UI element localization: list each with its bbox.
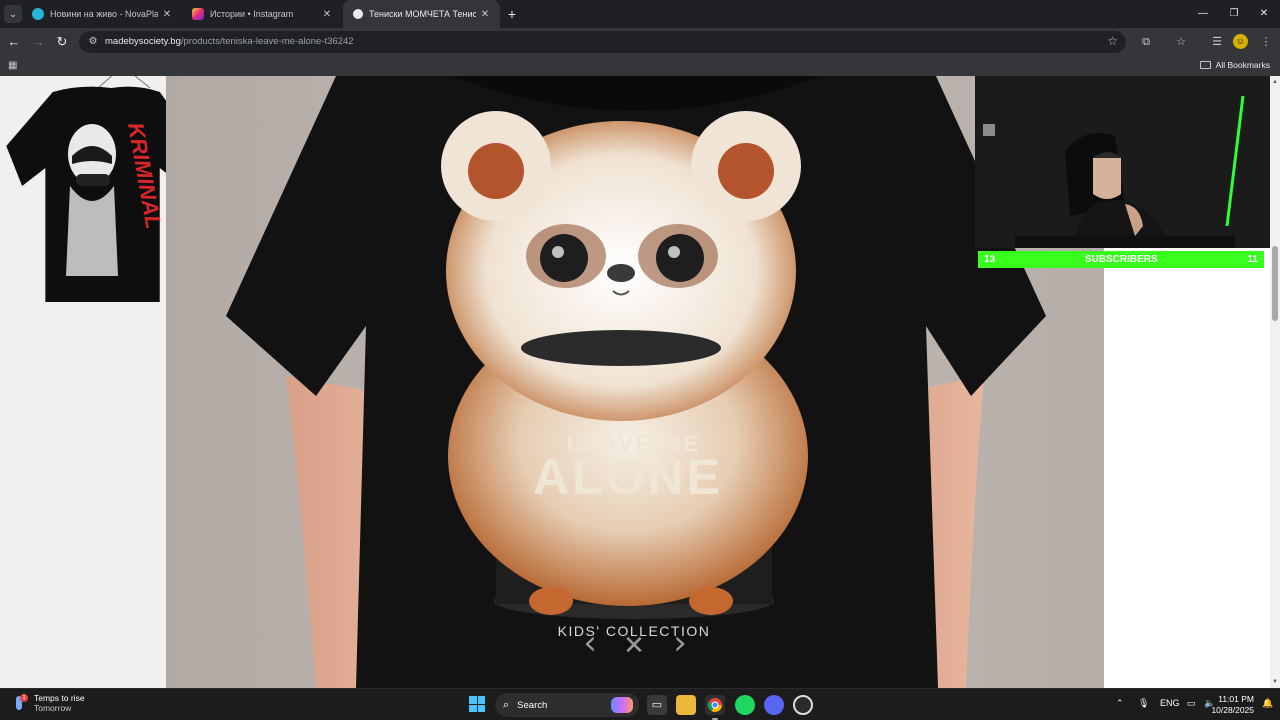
gallery-prev-icon[interactable]: ‹	[583, 623, 597, 663]
forward-button[interactable]: →	[29, 33, 47, 51]
kids-tshirt-photo: LEAVE ME ALONE KIDS' COLLECTION ‹ ✕ ›	[226, 76, 1046, 688]
address-bar[interactable]: ⚙ madebysociety.bg/products/teniska-leav…	[79, 31, 1126, 53]
language-indicator[interactable]: ENG	[1160, 698, 1180, 708]
product-thumbnail-kriminal[interactable]: KRIMINAL	[0, 76, 200, 316]
thermometer-icon: 1	[14, 694, 28, 712]
reload-button[interactable]: ↻	[53, 33, 71, 51]
show-hidden-icons-icon[interactable]: ⌃	[1116, 698, 1124, 709]
taskbar-search-box[interactable]: ⌕ Search	[495, 693, 639, 717]
product-main-image: LEAVE ME ALONE KIDS' COLLECTION ‹ ✕ ›	[166, 76, 1104, 688]
clock-time: 11:01 PM	[1218, 694, 1254, 704]
weather-subtitle: Tomorrow	[34, 703, 72, 713]
reading-list-icon[interactable]: ☰	[1208, 33, 1226, 51]
windows-start-icon[interactable]	[469, 696, 485, 712]
obs-icon[interactable]	[793, 695, 813, 715]
weather-widget[interactable]: 1 Temps to rise Tomorrow	[14, 693, 85, 713]
web-page: KRIMINAL LEAVE ME ALONE KIDS' COLLECTION…	[0, 76, 1280, 688]
weather-badge: 1	[20, 694, 28, 702]
folder-icon	[1199, 61, 1211, 69]
copilot-icon[interactable]	[611, 697, 633, 713]
tab-madebysociety[interactable]: Тениски МОМЧЕТА Тениска ЛЕА ✕	[343, 0, 500, 28]
windows-taskbar: 1 Temps to rise Tomorrow ⌕ Search ▭ ⌃ 🎙 …	[0, 688, 1280, 720]
chrome-icon[interactable]	[705, 695, 725, 720]
gallery-next-icon[interactable]: ›	[673, 623, 687, 663]
scroll-up-icon[interactable]: ▲	[1271, 78, 1279, 86]
subscriber-left-count: 13	[984, 254, 996, 265]
spotify-icon[interactable]	[735, 695, 755, 715]
streamer-webcam-feed	[975, 76, 1274, 248]
network-icon[interactable]: ▭	[1187, 698, 1196, 709]
all-bookmarks-button[interactable]: All Bookmarks	[1199, 60, 1270, 70]
discord-icon[interactable]	[764, 695, 784, 715]
scroll-down-icon[interactable]: ▼	[1271, 678, 1279, 686]
clock-date: 10/28/2025	[1211, 705, 1254, 715]
page-scrollbar[interactable]: ▲ ▼	[1270, 76, 1280, 688]
gallery-close-icon[interactable]: ✕	[623, 631, 645, 661]
new-tab-button[interactable]: +	[503, 5, 521, 23]
bookmarks-bar: ▦ All Bookmarks	[0, 56, 1280, 76]
tab-novaplay[interactable]: Новини на живо - NovaPlay ✕	[22, 0, 182, 28]
subscriber-right-count: 11	[1247, 254, 1258, 265]
microphone-icon[interactable]: 🎙	[1138, 698, 1149, 709]
bookmark-star-icon[interactable]: ☆	[1107, 34, 1118, 48]
tab-title: Тениски МОМЧЕТА Тениска ЛЕА	[369, 9, 476, 19]
webcam-overlay	[975, 76, 1274, 248]
url-text[interactable]: madebysociety.bg/products/teniska-leave-…	[105, 36, 354, 47]
tab-close-icon[interactable]: ✕	[318, 9, 336, 20]
search-placeholder: Search	[517, 699, 548, 711]
scroll-thumb[interactable]	[1272, 246, 1278, 321]
search-icon: ⌕	[503, 698, 510, 711]
notification-bell-icon[interactable]: 🔔	[1262, 698, 1273, 710]
apps-grid-icon[interactable]: ▦	[8, 60, 20, 72]
extensions-icon[interactable]: ⧉	[1137, 33, 1155, 51]
all-bookmarks-label: All Bookmarks	[1215, 60, 1270, 70]
subscriber-label: SUBSCRIBERS	[1084, 254, 1158, 265]
restore-button[interactable]: ❐	[1218, 0, 1250, 28]
tab-search-button[interactable]: ⌄	[4, 5, 22, 23]
file-explorer-icon[interactable]	[676, 695, 696, 715]
tab-close-icon[interactable]: ✕	[158, 9, 176, 20]
browser-toolbar: ← → ↻ ⚙ madebysociety.bg/products/tenisk…	[0, 28, 1280, 56]
site-info-icon[interactable]: ⚙	[86, 35, 100, 49]
weather-title: Temps to rise	[34, 693, 85, 703]
profile-avatar-icon[interactable]: ☺	[1233, 34, 1248, 49]
tab-title: Истории • Instagram	[210, 9, 294, 19]
bookmark-manager-icon[interactable]: ☆	[1172, 33, 1190, 51]
task-view-icon[interactable]: ▭	[647, 695, 667, 715]
back-button[interactable]: ←	[5, 33, 23, 51]
tab-title: Новини на живо - NovaPlay	[50, 9, 158, 19]
browser-menu-icon[interactable]: ⋮	[1257, 33, 1275, 51]
print-title-big: ALONE	[533, 449, 723, 505]
minimize-button[interactable]: —	[1187, 0, 1219, 28]
subscriber-goal-bar: 13 SUBSCRIBERS 11	[978, 251, 1264, 268]
madebysociety-favicon-icon	[353, 9, 363, 19]
novaplay-favicon-icon	[32, 8, 44, 20]
window-close-button[interactable]: ✕	[1248, 0, 1280, 28]
product-thumbnail-strip: KRIMINAL	[0, 76, 200, 688]
tab-instagram[interactable]: Истории • Instagram ✕	[182, 0, 342, 28]
system-clock[interactable]: 11:01 PM 10/28/2025	[1211, 694, 1254, 716]
browser-tab-strip: ⌄ Новини на живо - NovaPlay ✕ Истории • …	[0, 0, 1280, 28]
instagram-favicon-icon	[192, 8, 204, 20]
url-domain: madebysociety.bg	[105, 36, 181, 47]
url-path: /products/teniska-leave-me-alone-t36242	[180, 36, 354, 47]
tab-close-icon[interactable]: ✕	[476, 9, 494, 20]
